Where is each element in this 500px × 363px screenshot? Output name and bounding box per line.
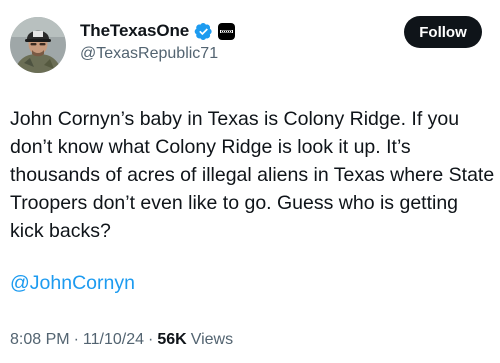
affiliation-badge-icon[interactable] bbox=[218, 22, 236, 40]
author-handle[interactable]: @TexasRepublic71 bbox=[80, 45, 218, 63]
avatar[interactable] bbox=[10, 17, 66, 73]
views-count: 56K bbox=[157, 331, 187, 348]
tweet-text: John Cornyn’s baby in Texas is Colony Ri… bbox=[10, 108, 495, 242]
affiliation-logo-icon bbox=[220, 29, 234, 33]
author-display-name[interactable]: TheTexasOne bbox=[80, 21, 189, 41]
verified-badge-icon[interactable] bbox=[194, 22, 213, 41]
meta-separator: · bbox=[73, 331, 79, 348]
mention-link[interactable]: @JohnCornyn bbox=[10, 272, 135, 295]
tweet-date[interactable]: 11/10/24 bbox=[83, 331, 144, 349]
author-name-row: TheTexasOne bbox=[80, 21, 236, 41]
meta-separator: · bbox=[148, 331, 154, 348]
views-label: Views bbox=[190, 331, 234, 348]
tweet-meta: 8:08 PM · 11/10/24 · 56K Views bbox=[10, 331, 233, 349]
follow-button[interactable]: Follow bbox=[404, 16, 482, 48]
tweet-time[interactable]: 8:08 PM bbox=[10, 331, 70, 349]
man-in-cap-avatar-icon bbox=[10, 17, 66, 73]
tweet-card: TheTexasOne @TexasRepublic71 Follow John… bbox=[0, 0, 500, 363]
